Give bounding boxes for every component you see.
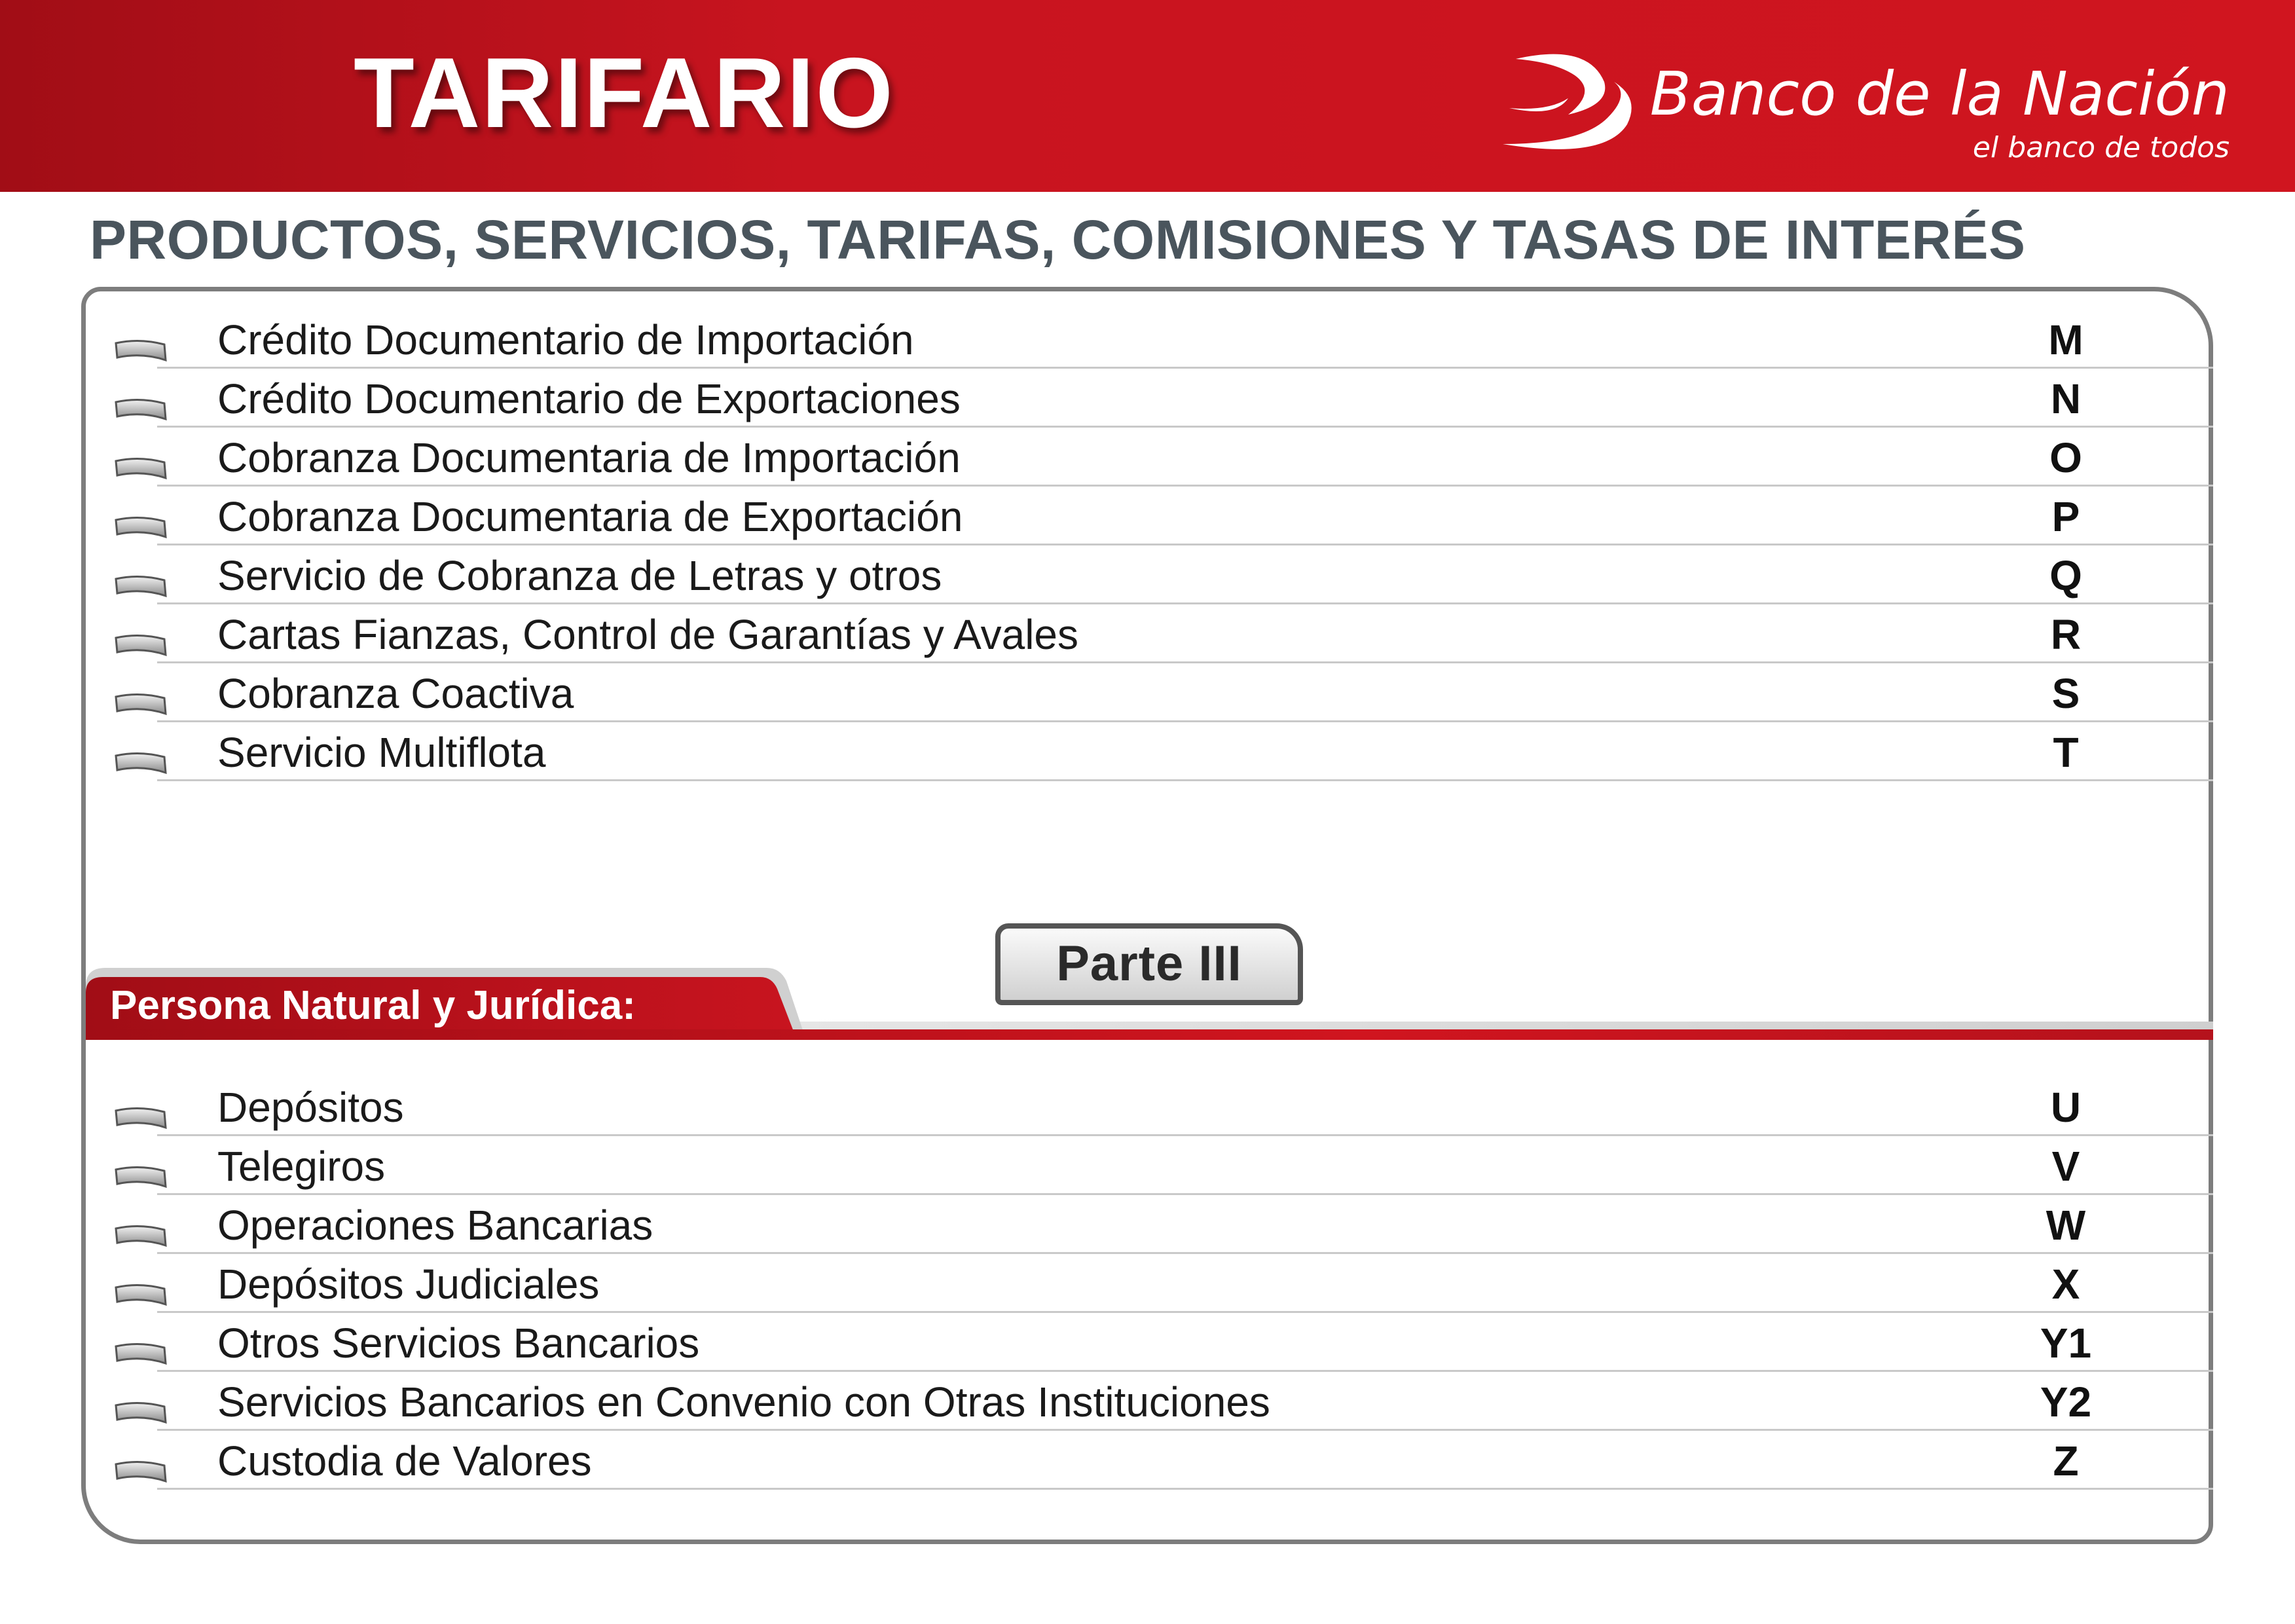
- item-label: Cobranza Documentaria de Exportación: [217, 493, 963, 540]
- bullet-icon: [115, 457, 167, 480]
- list-item[interactable]: Crédito Documentario de Importación M: [0, 313, 2213, 372]
- list-item[interactable]: Servicio Multiflota T: [0, 726, 2213, 784]
- row-divider: [157, 602, 2213, 604]
- item-code: V: [2051, 1143, 2080, 1190]
- item-code: M: [2048, 316, 2084, 363]
- bullet-icon: [115, 752, 167, 775]
- list-item[interactable]: Cobranza Coactiva S: [0, 667, 2213, 726]
- item-label: Cartas Fianzas, Control de Garantías y A…: [217, 611, 1078, 658]
- part-label: Parte III: [1056, 936, 1242, 991]
- item-label: Custodia de Valores: [217, 1437, 592, 1485]
- row-divider: [157, 1193, 2213, 1195]
- list-item[interactable]: Crédito Documentario de Exportaciones N: [0, 372, 2213, 431]
- header-bar: TARIFARIO Banco de la Nación el banco de…: [0, 0, 2295, 192]
- bullet-icon: [115, 1342, 167, 1365]
- bullet-icon: [115, 1166, 167, 1189]
- item-code: R: [2050, 611, 2082, 658]
- row-divider: [157, 661, 2213, 663]
- list-item[interactable]: Depósitos Judiciales X: [0, 1257, 2213, 1316]
- list-item[interactable]: Telegiros V: [0, 1139, 2213, 1198]
- brand-name: Banco de la Nación: [1649, 59, 2230, 129]
- row-divider: [157, 779, 2213, 781]
- list-item[interactable]: Cartas Fianzas, Control de Garantías y A…: [0, 608, 2213, 667]
- item-label: Otros Servicios Bancarios: [217, 1320, 700, 1367]
- brand-tagline: el banco de todos: [1972, 131, 2230, 164]
- item-label: Crédito Documentario de Importación: [217, 316, 914, 363]
- item-label: Depósitos: [217, 1084, 404, 1131]
- item-code: O: [2049, 434, 2082, 481]
- list-item[interactable]: Servicio de Cobranza de Letras y otros Q: [0, 549, 2213, 608]
- item-code: T: [2053, 729, 2079, 776]
- item-code: Y2: [2040, 1378, 2092, 1426]
- section-label: Persona Natural y Jurídica:: [110, 983, 636, 1028]
- item-label: Depósitos Judiciales: [217, 1261, 600, 1308]
- row-divider: [157, 720, 2213, 722]
- logo-swoosh-icon: [1503, 54, 1632, 149]
- list-item[interactable]: Depósitos U: [0, 1080, 2213, 1139]
- row-divider: [157, 1429, 2213, 1431]
- bank-logo: Banco de la Nación el banco de todos: [1490, 46, 2230, 170]
- item-label: Cobranza Documentaria de Importación: [217, 434, 961, 481]
- item-code: N: [2050, 375, 2082, 422]
- list-item[interactable]: Otros Servicios Bancarios Y1: [0, 1316, 2213, 1375]
- row-divider: [157, 367, 2213, 369]
- list-item[interactable]: Cobranza Documentaria de Exportación P: [0, 490, 2213, 549]
- bullet-icon: [115, 1107, 167, 1130]
- row-divider: [157, 544, 2213, 545]
- item-code: P: [2051, 493, 2080, 540]
- bullet-icon: [115, 1225, 167, 1247]
- item-code: Z: [2053, 1437, 2079, 1485]
- item-label: Crédito Documentario de Exportaciones: [217, 375, 961, 422]
- bullet-icon: [115, 575, 167, 598]
- page-title: TARIFARIO: [354, 37, 894, 149]
- list-item[interactable]: Cobranza Documentaria de Importación O: [0, 431, 2213, 490]
- row-divider: [157, 1488, 2213, 1490]
- item-label: Telegiros: [217, 1143, 386, 1190]
- item-label: Operaciones Bancarias: [217, 1202, 653, 1249]
- row-divider: [157, 1252, 2213, 1254]
- bullet-icon: [115, 516, 167, 539]
- section-heading: PRODUCTOS, SERVICIOS, TARIFAS, COMISIONE…: [90, 209, 2026, 270]
- bullet-icon: [115, 339, 167, 362]
- part-tab: Parte III: [995, 923, 1303, 1005]
- row-divider: [157, 1370, 2213, 1372]
- item-label: Servicio Multiflota: [217, 729, 546, 776]
- list-item[interactable]: Custodia de Valores Z: [0, 1434, 2213, 1493]
- row-divider: [157, 1311, 2213, 1313]
- bullet-icon: [115, 693, 167, 716]
- item-code: Y1: [2040, 1320, 2092, 1367]
- item-label: Cobranza Coactiva: [217, 670, 574, 717]
- bullet-icon: [115, 1401, 167, 1424]
- row-divider: [157, 485, 2213, 487]
- bullet-icon: [115, 1283, 167, 1306]
- item-code: Q: [2049, 552, 2082, 599]
- row-divider: [157, 426, 2213, 428]
- item-code: U: [2050, 1084, 2082, 1131]
- list-item[interactable]: Operaciones Bancarias W: [0, 1198, 2213, 1257]
- list-item[interactable]: Servicios Bancarios en Convenio con Otra…: [0, 1375, 2213, 1434]
- item-label: Servicios Bancarios en Convenio con Otra…: [217, 1378, 1270, 1426]
- row-divider: [157, 1134, 2213, 1136]
- bullet-icon: [115, 634, 167, 657]
- bullet-icon: [115, 398, 167, 421]
- section-shadow-line: [786, 1022, 2213, 1029]
- item-code: X: [2051, 1261, 2080, 1308]
- item-code: W: [2046, 1202, 2086, 1249]
- item-code: S: [2051, 670, 2080, 717]
- item-label: Servicio de Cobranza de Letras y otros: [217, 552, 942, 599]
- section-red-line: [86, 1029, 2213, 1040]
- bullet-icon: [115, 1460, 167, 1483]
